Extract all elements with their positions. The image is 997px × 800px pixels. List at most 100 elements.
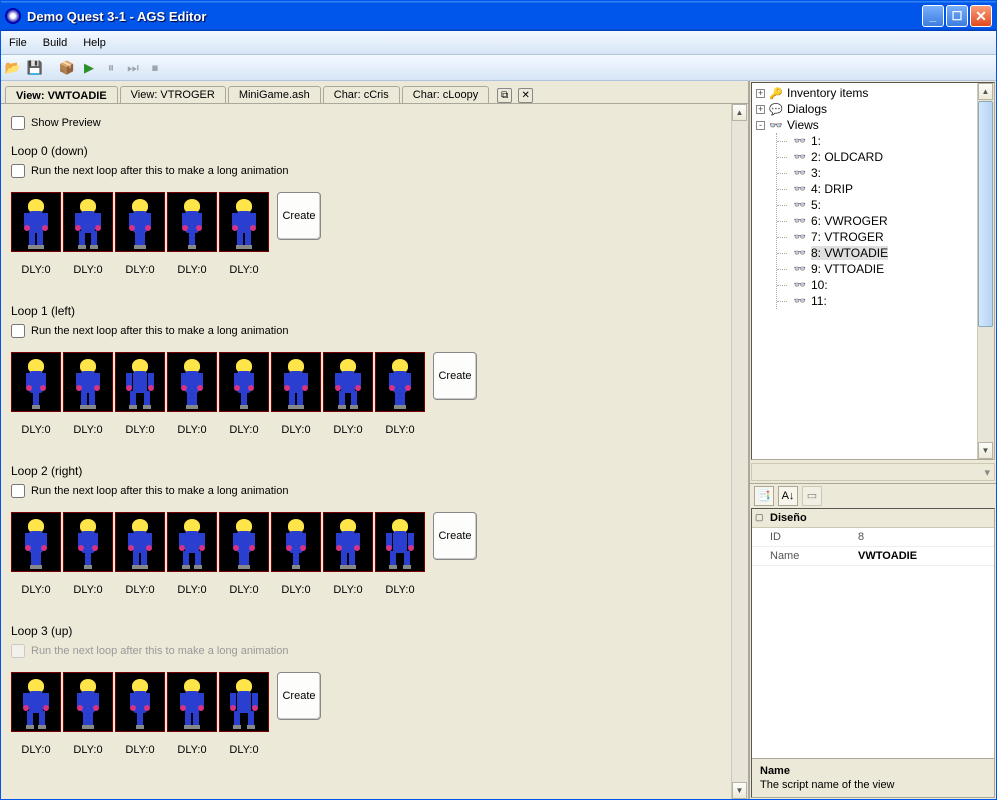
save-icon[interactable]: 💾	[27, 60, 43, 76]
scroll-thumb[interactable]	[978, 101, 993, 327]
sprite-frame[interactable]	[219, 352, 269, 412]
sprite-frame[interactable]	[271, 352, 321, 412]
property-value[interactable]: 8	[852, 528, 994, 546]
property-value[interactable]: VWTOADIE	[852, 547, 994, 565]
create-frame-button[interactable]: Create	[433, 352, 477, 400]
run-icon[interactable]: ▶	[81, 60, 97, 76]
run-next-checkbox[interactable]	[11, 164, 25, 178]
tree-view-item[interactable]: 👓4: DRIP	[791, 181, 975, 197]
loop-section: Loop 0 (down) Run the next loop after th…	[11, 144, 721, 276]
tab[interactable]: Char: cCris	[323, 86, 400, 103]
window-list-icon[interactable]: ⧉	[497, 88, 512, 103]
run-next-checkbox[interactable]	[11, 324, 25, 338]
categorized-icon[interactable]: 📑	[754, 486, 774, 506]
sprite-frame[interactable]	[63, 192, 113, 252]
sprite-frame[interactable]	[11, 672, 61, 732]
close-button[interactable]: ✕	[970, 5, 992, 27]
sprite-frame[interactable]	[271, 512, 321, 572]
loop-title: Loop 2 (right)	[11, 464, 721, 478]
titlebar[interactable]: Demo Quest 3-1 - AGS Editor _ ☐ ✕	[1, 1, 996, 31]
frame-cell: DLY:0	[63, 352, 113, 436]
menu-file[interactable]: File	[9, 37, 27, 49]
sprite-frame[interactable]	[63, 672, 113, 732]
panel-collapse-button[interactable]: ▾	[751, 463, 995, 481]
frame-cell: DLY:0	[63, 192, 113, 276]
tree-node-dialogs[interactable]: + 💬 Dialogs	[754, 101, 975, 117]
tab[interactable]: MiniGame.ash	[228, 86, 321, 103]
frame-delay-label: DLY:0	[21, 744, 50, 756]
property-pages-icon[interactable]: ▭	[802, 486, 822, 506]
sprite-frame[interactable]	[115, 192, 165, 252]
run-next-checkbox	[11, 644, 25, 658]
scroll-down-icon[interactable]: ▼	[732, 782, 747, 799]
tree-view-item[interactable]: 👓10:	[791, 277, 975, 293]
sprite-frame[interactable]	[375, 352, 425, 412]
create-frame-button[interactable]: Create	[433, 512, 477, 560]
sprite-frame[interactable]	[115, 352, 165, 412]
create-frame-button[interactable]: Create	[277, 672, 321, 720]
sprite-frame[interactable]	[11, 512, 61, 572]
sprite-frame[interactable]	[167, 512, 217, 572]
frame-cell: DLY:0	[271, 512, 321, 596]
property-row[interactable]: NameVWTOADIE	[752, 547, 994, 566]
scroll-up-icon[interactable]: ▲	[978, 83, 993, 100]
close-tab-icon[interactable]: ✕	[518, 88, 533, 103]
open-icon[interactable]: 📂	[5, 60, 21, 76]
tree-view-item[interactable]: 👓1:	[791, 133, 975, 149]
sprite-frame[interactable]	[63, 512, 113, 572]
tree-view-item[interactable]: 👓11:	[791, 293, 975, 309]
sprite-frame[interactable]	[115, 512, 165, 572]
sprite-frame[interactable]	[219, 672, 269, 732]
sprite-frame[interactable]	[63, 352, 113, 412]
alphabetical-icon[interactable]: A↓	[778, 486, 798, 506]
sprite-frame[interactable]	[167, 672, 217, 732]
sprite-frame[interactable]	[11, 352, 61, 412]
expand-icon[interactable]: +	[756, 89, 765, 98]
tab[interactable]: Char: cLoopy	[402, 86, 489, 103]
tree-view-item[interactable]: 👓3:	[791, 165, 975, 181]
property-section-header[interactable]: Diseño	[752, 509, 994, 528]
sprite-frame[interactable]	[375, 512, 425, 572]
collapse-icon[interactable]: -	[756, 121, 765, 130]
scroll-up-icon[interactable]: ▲	[732, 104, 747, 121]
frame-delay-label: DLY:0	[385, 584, 414, 596]
sprite-frame[interactable]	[11, 192, 61, 252]
frame-cell: DLY:0	[11, 352, 61, 436]
tree-view-item[interactable]: 👓8: VWTOADIE	[791, 245, 975, 261]
menu-build[interactable]: Build	[43, 37, 67, 49]
maximize-button[interactable]: ☐	[946, 5, 968, 27]
tree-scrollbar[interactable]: ▲ ▼	[977, 83, 994, 459]
sprite-frame[interactable]	[167, 352, 217, 412]
package-icon[interactable]: 📦	[59, 60, 75, 76]
run-next-checkbox[interactable]	[11, 484, 25, 498]
loop-section: Loop 3 (up) Run the next loop after this…	[11, 624, 721, 756]
sprite-frame[interactable]	[219, 192, 269, 252]
sprite-frame[interactable]	[323, 352, 373, 412]
menu-help[interactable]: Help	[83, 37, 106, 49]
tree-view-item[interactable]: 👓9: VTTOADIE	[791, 261, 975, 277]
tree-view-item[interactable]: 👓7: VTROGER	[791, 229, 975, 245]
sprite-frame[interactable]	[219, 512, 269, 572]
tab[interactable]: View: VTROGER	[120, 86, 226, 103]
property-row[interactable]: ID8	[752, 528, 994, 547]
minimize-button[interactable]: _	[922, 5, 944, 27]
show-preview-checkbox[interactable]	[11, 116, 25, 130]
tab[interactable]: View: VWTOADIE	[5, 86, 118, 104]
tree-item-label: 5:	[811, 198, 821, 212]
sprite-frame[interactable]	[323, 512, 373, 572]
sprite-frame[interactable]	[167, 192, 217, 252]
property-description: Name The script name of the view	[752, 758, 994, 797]
frame-cell: DLY:0	[63, 672, 113, 756]
frame-cell: DLY:0	[219, 672, 269, 756]
expand-icon[interactable]: +	[756, 105, 765, 114]
tree-node-views[interactable]: - 👓 Views	[754, 117, 975, 133]
create-frame-button[interactable]: Create	[277, 192, 321, 240]
tree-node-inventory[interactable]: + 🔑 Inventory items	[754, 85, 975, 101]
scroll-down-icon[interactable]: ▼	[978, 442, 993, 459]
sprite-frame[interactable]	[115, 672, 165, 732]
frame-cell: DLY:0	[115, 512, 165, 596]
tree-view-item[interactable]: 👓6: VWROGER	[791, 213, 975, 229]
tree-view-item[interactable]: 👓5:	[791, 197, 975, 213]
editor-scrollbar[interactable]: ▲ ▼	[731, 104, 748, 799]
tree-view-item[interactable]: 👓2: OLDCARD	[791, 149, 975, 165]
